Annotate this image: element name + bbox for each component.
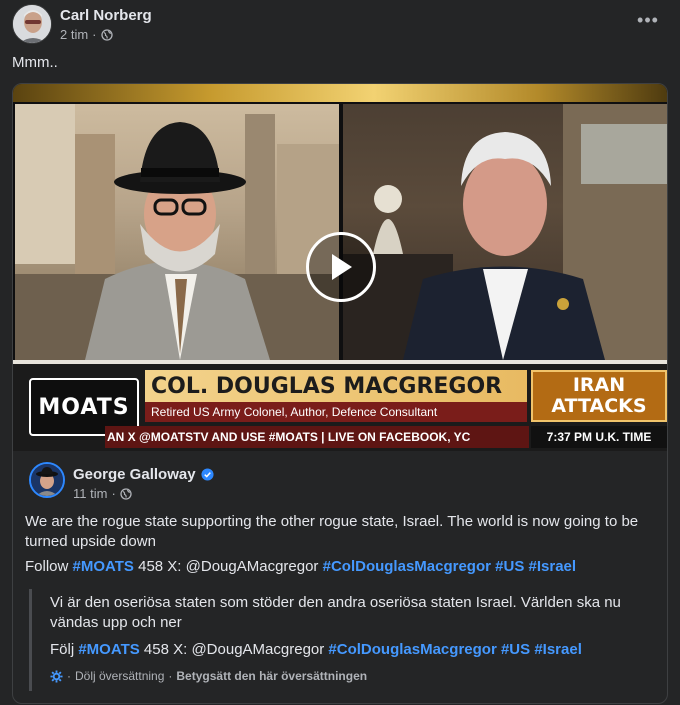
play-icon [332,254,352,280]
post-header: Carl Norberg 2 tim · ••• [12,4,668,46]
guest-name-bar: COL. DOUGLAS MACGREGOR [145,370,527,402]
translation-separator-1: · [67,669,71,683]
video-lower-third: MOATS COL. DOUGLAS MACGREGOR Retired US … [13,364,667,451]
guest-role: Retired US Army Colonel, Author, Defence… [151,405,438,419]
shared-author-name-row: George Galloway [73,466,214,483]
shared-post-time[interactable]: 11 tim [73,486,107,501]
studio-guest-image [15,104,339,360]
guest-name: COL. DOUGLAS MACGREGOR [151,373,503,399]
moats-logo-text: MOATS [38,394,130,420]
shared-post-header: George Galloway 11 tim · [29,462,649,504]
more-dots-icon: ••• [637,9,659,30]
more-options-button[interactable]: ••• [636,10,660,30]
translated-hashtag-us[interactable]: #US [501,641,530,658]
video-right-panel [343,104,667,360]
shared-follow-line: Follow #MOATS 458 X: @DougAMacgregor #Co… [25,558,576,575]
broadcast-clock: 7:37 PM U.K. TIME [531,426,667,448]
hashtag-israel[interactable]: #Israel [529,558,577,575]
translated-follow-prefix: Följ [50,641,75,658]
remote-guest-image [343,104,667,360]
guest-role-bar: Retired US Army Colonel, Author, Defence… [145,402,527,422]
shared-avatar-image [31,464,63,496]
shared-author-name[interactable]: George Galloway [73,466,196,483]
shared-author-avatar[interactable] [29,462,65,498]
shared-globe-icon [120,487,132,500]
rate-translation-link[interactable]: Betygsätt den här översättningen [176,669,367,683]
translated-follow-line: Följ #MOATS 458 X: @DougAMacgregor #ColD… [50,641,582,658]
shared-post-card[interactable]: MOATS COL. DOUGLAS MACGREGOR Retired US … [12,83,668,704]
post-author-name[interactable]: Carl Norberg [60,7,152,24]
post-meta: 2 tim · [60,27,113,42]
hashtag-coldouglasmacgregor[interactable]: #ColDouglasMacgregor [323,558,491,575]
globe-icon [100,28,113,41]
headline-box: IRAN ATTACKS [531,370,667,422]
video-player[interactable]: MOATS COL. DOUGLAS MACGREGOR Retired US … [13,84,667,451]
translated-text: Vi är den oseriösa staten som stöder den… [50,594,621,631]
translated-hashtag-moats[interactable]: #MOATS [78,641,139,658]
video-left-panel [15,104,339,360]
verified-badge-icon [201,468,214,481]
post-text: Mmm.. [12,54,58,71]
author-avatar[interactable] [12,4,52,44]
shared-meta-separator: · [111,486,116,501]
post-time[interactable]: 2 tim [60,27,88,42]
meta-separator: · [92,27,97,42]
clock-text: 7:37 PM U.K. TIME [546,430,652,444]
ticker-text: AN X @MOATSTV AND USE #MOATS | LIVE ON F… [107,430,471,444]
video-top-bar [13,84,667,102]
hide-translation-link[interactable]: Dölj översättning [75,669,164,683]
hashtag-moats[interactable]: #MOATS [73,558,134,575]
follow-prefix: Follow [25,558,69,575]
headline-line-2: ATTACKS [551,395,647,417]
news-ticker: AN X @MOATSTV AND USE #MOATS | LIVE ON F… [105,426,529,448]
hashtag-us[interactable]: #US [495,558,524,575]
translation-actions: · Dölj översättning · Betygsätt den här … [50,669,367,683]
translated-hashtag-israel[interactable]: #Israel [534,641,582,658]
translation-separator-2: · [168,669,173,683]
follow-handle: 458 X: @DougAMacgregor [138,558,319,575]
shared-post-text: We are the rogue state supporting the ot… [25,513,639,550]
translated-follow-handle: 458 X: @DougAMacgregor [143,641,325,658]
translate-gear-icon [50,669,63,683]
author-avatar-image [13,5,51,43]
headline-line-1: IRAN [572,374,626,396]
shared-post-meta: 11 tim · [73,486,132,501]
translated-hashtag-coldouglasmacgregor[interactable]: #ColDouglasMacgregor [328,641,496,658]
play-button[interactable] [306,232,376,302]
translation-block: Vi är den oseriösa staten som stöder den… [29,589,653,691]
